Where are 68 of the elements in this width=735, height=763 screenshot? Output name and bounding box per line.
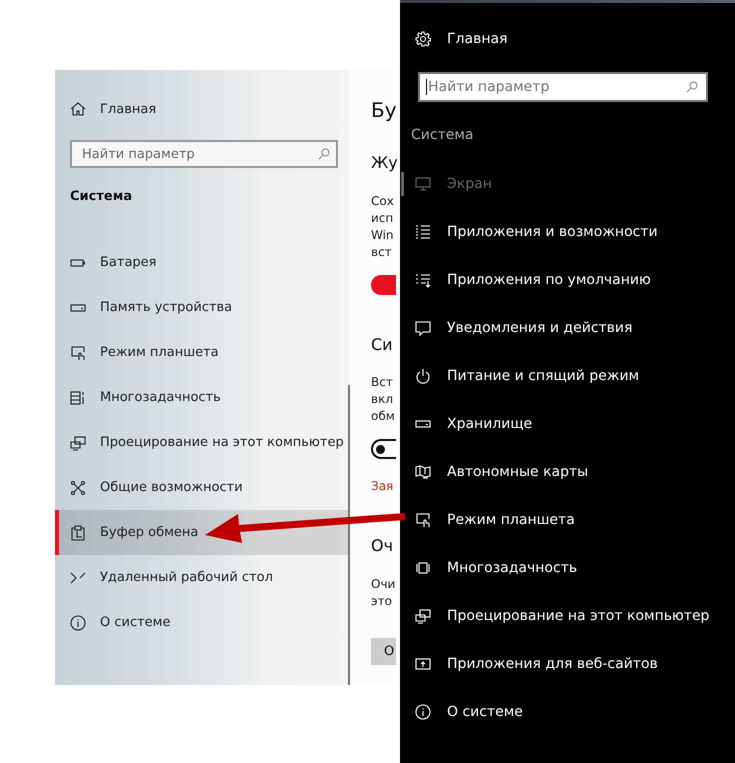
nav-item[interactable]: Хранилище [400,400,735,448]
section-heading: Си [371,334,394,356]
search-icon [318,148,330,160]
description-text: исп [371,210,394,227]
clipboard-icon [70,524,86,540]
multitasking-icon [70,390,86,406]
search-field[interactable]: Найти параметр [70,140,338,168]
nav-item[interactable]: Приложения по умолчанию [400,256,735,304]
description-text: Очи [371,576,396,593]
map-icon [415,464,431,480]
nav-item[interactable]: Общие возможности [55,465,350,510]
projection-icon [415,608,431,624]
nav-item[interactable]: Многозадачность [55,375,350,420]
nav-item[interactable]: Экран [400,160,735,208]
nav-item[interactable]: Автономные карты [400,448,735,496]
search-field[interactable]: Найти параметр [418,72,708,102]
tablet-touch-icon [70,344,86,360]
search-input[interactable]: Найти параметр [82,146,318,162]
nav-item[interactable]: Многозадачность [400,544,735,592]
nav-item[interactable]: Питание и спящий режим [400,352,735,400]
monitor-icon [415,176,431,192]
toggle-switch[interactable] [371,439,396,459]
description-text: вст [371,244,393,261]
list-icon [415,224,431,240]
nav-item[interactable]: Приложения для веб-сайтов [400,640,735,688]
cross-nodes-icon [70,480,86,496]
home-link[interactable]: Главная [100,102,156,116]
nav-item[interactable]: Проецирование на этот компьютер [400,592,735,640]
power-icon [415,368,431,384]
chevrons-icon [70,570,86,586]
home-link[interactable]: Главная [447,31,508,47]
info-icon [415,704,431,720]
description-text: Сох [371,193,395,210]
nav-item[interactable]: Удаленный рабочий стол [55,555,350,600]
nav-item[interactable]: Приложения и возможности [400,208,735,256]
info-icon [70,614,86,630]
description-text: Win [371,227,395,244]
toggle-switch[interactable] [371,275,396,295]
clear-button[interactable]: О [371,638,396,665]
nav-item[interactable]: Батарея [55,240,350,285]
tablet-touch-icon [415,512,431,528]
scrollbar[interactable] [348,385,350,685]
multitasking-icon [415,560,431,576]
section-heading: Оч [371,535,394,557]
search-icon [686,81,698,93]
home-icon [70,101,86,117]
section-heading: Жу [371,152,399,174]
nav-item[interactable]: Режим планшета [55,330,350,375]
link[interactable]: Зая [371,478,400,495]
nav-item[interactable]: О системе [55,600,350,645]
description-text: обм [371,408,396,425]
list-arrow-icon [415,272,431,288]
search-input[interactable]: Найти параметр [426,79,686,95]
nav-item[interactable]: Режим планшета [400,496,735,544]
nav-item[interactable]: Уведомления и действия [400,304,735,352]
page-title: Бу [371,97,398,124]
description-text: вкл [371,391,394,408]
section-heading: Система [411,126,474,145]
speech-bubble-icon [415,320,431,336]
gear-icon [415,31,431,47]
nav-item[interactable]: Память устройства [55,285,350,330]
section-heading: Система [70,188,134,206]
description-text: это [371,593,393,610]
upload-box-icon [415,656,431,672]
projection-icon [70,434,86,450]
description-text: Вст [371,374,394,391]
nav-item[interactable]: О системе [400,688,735,736]
nav-item[interactable]: Проецирование на этот компьютер [55,420,350,465]
